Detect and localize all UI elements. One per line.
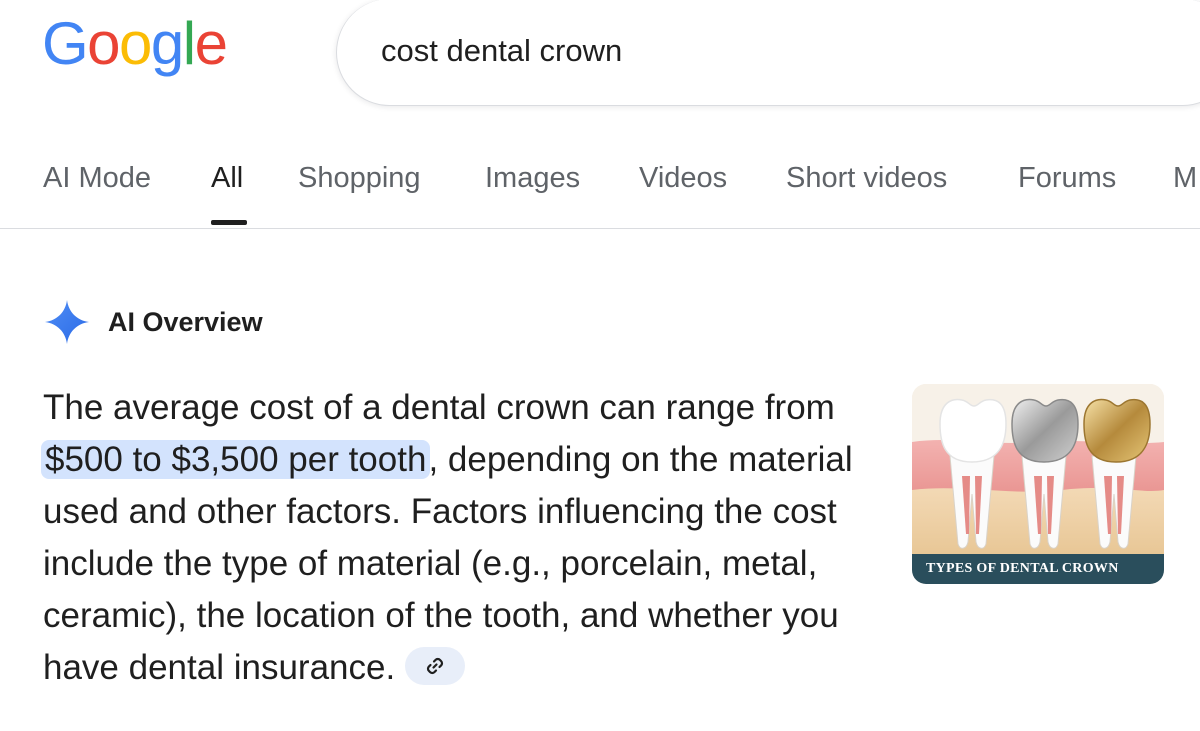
tab-forums[interactable]: Forums [1018, 162, 1116, 195]
tab-short-videos[interactable]: Short videos [786, 162, 947, 195]
tab-images[interactable]: Images [485, 162, 580, 195]
logo-letter: l [182, 10, 196, 77]
tab-videos[interactable]: Videos [639, 162, 727, 195]
link-icon [427, 657, 444, 674]
logo-letter: G [42, 10, 89, 77]
tab-all[interactable]: All [211, 162, 243, 195]
google-logo[interactable]: Google [42, 10, 228, 77]
active-tab-indicator [211, 220, 247, 225]
ai-overview-label: AI Overview [108, 306, 263, 337]
ai-overview-text: The average cost of a dental crown can r… [41, 382, 883, 694]
image-caption: TYPES OF DENTAL CROWN [912, 554, 1164, 584]
logo-letter: o [119, 10, 152, 77]
search-box[interactable]: cost dental crown [336, 0, 1200, 106]
source-link-button[interactable] [405, 646, 466, 685]
tabs-divider [0, 228, 1200, 229]
logo-letter: o [87, 10, 120, 77]
sparkle-icon [45, 300, 89, 344]
tab-shopping[interactable]: Shopping [298, 162, 421, 195]
logo-letter: e [194, 10, 228, 77]
search-tabs: AI Mode All Shopping Images Videos Short… [0, 158, 1200, 230]
tab-ai-mode[interactable]: AI Mode [43, 162, 151, 195]
dental-crown-image[interactable]: TYPES OF DENTAL CROWN [912, 384, 1164, 584]
overview-text-before: The average cost of a dental crown can r… [43, 388, 835, 427]
logo-letter: g [150, 10, 184, 77]
highlighted-price-range: $500 to $3,500 per tooth [41, 440, 431, 479]
ai-overview-header: AI Overview [44, 299, 263, 345]
search-input[interactable]: cost dental crown [381, 33, 622, 69]
tab-more[interactable]: M [1173, 162, 1197, 195]
